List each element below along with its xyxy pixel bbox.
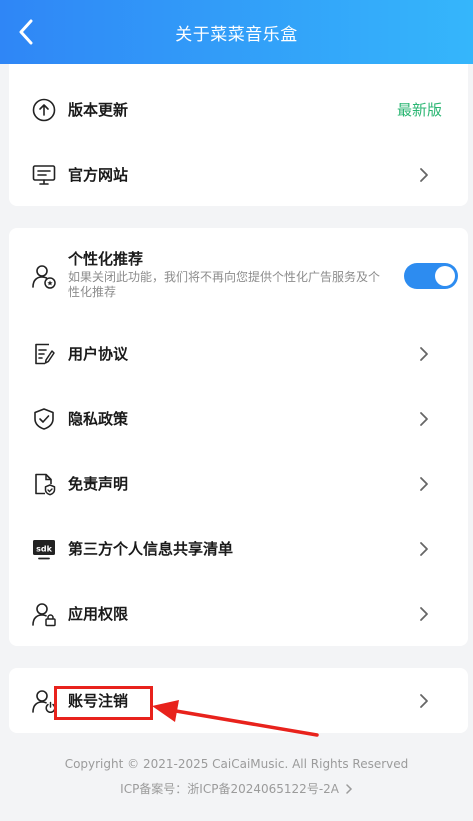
sdk-icon: sdk <box>31 536 57 562</box>
annotation-highlight-box <box>54 686 153 720</box>
personalized-recommend-title: 个性化推荐 <box>68 250 144 268</box>
chevron-right-icon <box>418 691 430 711</box>
chevron-right-icon <box>418 409 430 429</box>
document-edit-icon <box>31 341 57 367</box>
document-shield-icon <box>31 471 57 497</box>
official-website-row[interactable]: 官方网站 <box>9 142 468 207</box>
privacy-policy-label: 隐私政策 <box>68 410 129 428</box>
icp-text: ICP备案号：浙ICP备2024065122号-2A <box>120 782 339 796</box>
user-agreement-row[interactable]: 用户协议 <box>9 321 468 386</box>
page-title: 关于菜菜音乐盒 <box>175 24 298 45</box>
header: 关于菜菜音乐盒 <box>0 0 473 64</box>
disclaimer-label: 免责声明 <box>68 475 129 493</box>
app-permissions-label: 应用权限 <box>68 605 129 623</box>
official-website-label: 官方网站 <box>68 166 129 184</box>
svg-text:sdk: sdk <box>36 544 52 553</box>
personalized-recommend-toggle[interactable] <box>404 263 458 289</box>
user-star-icon <box>31 263 57 289</box>
back-button[interactable] <box>8 14 44 50</box>
chevron-left-icon <box>19 19 33 45</box>
version-update-label: 版本更新 <box>68 101 129 119</box>
user-lock-icon <box>31 601 57 627</box>
arrow-up-circle-icon <box>31 97 57 123</box>
third-party-sharing-label: 第三方个人信息共享清单 <box>68 540 234 558</box>
chevron-right-icon <box>418 165 430 185</box>
chevron-right-icon <box>418 604 430 624</box>
version-status: 最新版 <box>396 101 442 119</box>
about-card: 版本更新 最新版 官方网站 <box>9 64 468 206</box>
privacy-policy-row[interactable]: 隐私政策 <box>9 386 468 451</box>
icp-link[interactable]: ICP备案号：浙ICP备2024065122号-2A <box>0 780 473 797</box>
chevron-right-icon <box>418 539 430 559</box>
chevron-right-icon <box>346 784 352 794</box>
chevron-right-icon <box>418 344 430 364</box>
disclaimer-row[interactable]: 免责声明 <box>9 451 468 516</box>
chevron-right-icon <box>418 474 430 494</box>
shield-check-icon <box>31 406 57 432</box>
user-agreement-label: 用户协议 <box>68 345 129 363</box>
copyright-text: Copyright © 2021-2025 CaiCaiMusic. All R… <box>64 757 409 771</box>
third-party-sharing-row[interactable]: sdk 第三方个人信息共享清单 <box>9 516 468 581</box>
settings-card: 个性化推荐 如果关闭此功能，我们将不再向您提供个性化广告服务及个性化推荐 用户协… <box>9 228 468 646</box>
personalized-recommend-description: 如果关闭此功能，我们将不再向您提供个性化广告服务及个性化推荐 <box>68 270 381 299</box>
toggle-knob <box>435 266 455 286</box>
version-update-row[interactable]: 版本更新 最新版 <box>9 77 468 142</box>
monitor-icon <box>31 162 57 188</box>
app-permissions-row[interactable]: 应用权限 <box>9 581 468 646</box>
